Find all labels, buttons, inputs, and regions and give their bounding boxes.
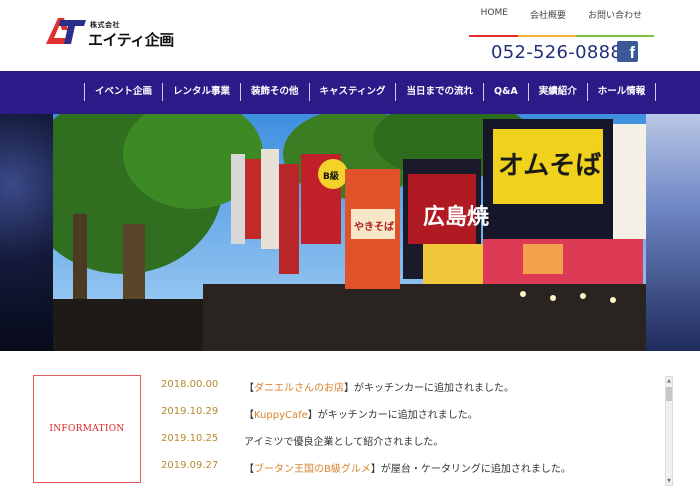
sign-b-class: B級 [323,170,339,182]
main-navigation: イベント企画 レンタル事業 装飾その他 キャスティング 当日までの流れ Q&A 実績紹介 ホー… [0,71,700,114]
main-nav-list: イベント企画 レンタル事業 装飾その他 キャスティング 当日までの流れ Q&A 実績紹介 ホー… [84,83,657,101]
top-nav-link[interactable]: お問い合わせ [575,8,654,37]
news-item: 2018.00.00 【ダニエルさんのお店】がキッチンカーに追加されました。 [161,378,661,405]
company-logo[interactable]: 株式会社 エイティ企画 [44,16,174,56]
scroll-down-arrow-icon[interactable]: ▼ [666,477,672,485]
news-message: 】が屋台・ケータリングに追加されました。 [370,464,571,475]
news-date: 2019.09.27 [161,460,219,471]
hero-festival-photo: 広島焼 オムそば やきそば B級 [23,114,646,351]
main-nav-item[interactable]: ホール情報 [586,83,657,101]
top-nav-link[interactable]: HOME [468,8,520,37]
top-nav-underline [517,35,578,37]
facebook-icon[interactable]: f [617,41,638,62]
news-text: 【KuppyCafe】がキッチンカーに追加されました。 [244,406,478,421]
logo-mark-icon [46,18,86,44]
hero-right-sky [646,114,700,351]
site-header: 株式会社 エイティ企画 HOME 会社概要 お問い合わせ 052-526-0888 … [0,0,700,71]
news-message: アイミツで優良企業として紹介されました。 [244,437,444,448]
news-link[interactable]: KuppyCafe [254,410,308,421]
news-scrollbar[interactable]: ▲ ▼ [665,376,673,486]
main-nav-item[interactable]: Q&A [483,83,528,101]
news-link[interactable]: ブータン王国のB級グルメ [254,464,371,475]
top-nav-underline [575,35,654,37]
sign-yakisoba: やきそば [354,220,394,233]
information-heading-box: INFORMATION [33,375,141,483]
news-date: 2018.00.00 [161,379,219,390]
top-utility-nav: HOME 会社概要 お問い合わせ [459,8,654,37]
news-bracket-open: 【 [244,410,254,421]
main-nav-item[interactable]: 当日までの流れ [395,83,483,101]
scroll-up-arrow-icon[interactable]: ▲ [666,377,672,385]
news-bracket-open: 【 [244,383,254,394]
main-nav-item[interactable]: イベント企画 [84,83,162,101]
hero-left-night-sky [0,114,53,351]
news-item: 2019.10.29 【KuppyCafe】がキッチンカーに追加されました。 [161,405,661,432]
news-message: 】がキッチンカーに追加されました。 [344,383,514,394]
phone-number[interactable]: 052-526-0888 [491,42,622,63]
information-title: INFORMATION [49,424,125,434]
news-date: 2019.10.25 [161,433,219,444]
festival-stalls-image: 広島焼 オムそば やきそば B級 [23,114,646,351]
news-link[interactable]: ダニエルさんのお店 [254,383,344,394]
sign-hiroshimayaki: 広島焼 [423,204,489,230]
logo-company-name: エイティ企画 [88,31,174,49]
news-text: アイミツで優良企業として紹介されました。 [244,433,443,448]
news-list: 2018.00.00 【ダニエルさんのお店】がキッチンカーに追加されました。 201… [161,378,661,486]
top-nav-link[interactable]: 会社概要 [517,8,578,37]
news-bracket-open: 【 [244,464,254,475]
main-nav-item[interactable]: 装飾その他 [240,83,309,101]
main-nav-item[interactable]: キャスティング [308,83,396,101]
news-item: 2019.09.27 【ブータン王国のB級グルメ】が屋台・ケータリングに追加されま… [161,459,661,486]
top-nav-underline [468,35,520,37]
hero-banner: 広島焼 オムそば やきそば B級 [0,114,700,351]
scroll-thumb[interactable] [666,387,672,401]
main-nav-item[interactable]: 実績紹介 [527,83,587,101]
news-item: 2019.10.25 アイミツで優良企業として紹介されました。 [161,432,661,459]
news-date: 2019.10.29 [161,406,219,417]
sign-omusoba: オムそば [498,151,601,181]
news-message: 】がキッチンカーに追加されました。 [307,410,478,421]
news-text: 【ダニエルさんのお店】がキッチンカーに追加されました。 [244,379,514,394]
news-text: 【ブータン王国のB級グルメ】が屋台・ケータリングに追加されました。 [244,460,571,475]
main-nav-item[interactable]: レンタル事業 [162,83,240,101]
